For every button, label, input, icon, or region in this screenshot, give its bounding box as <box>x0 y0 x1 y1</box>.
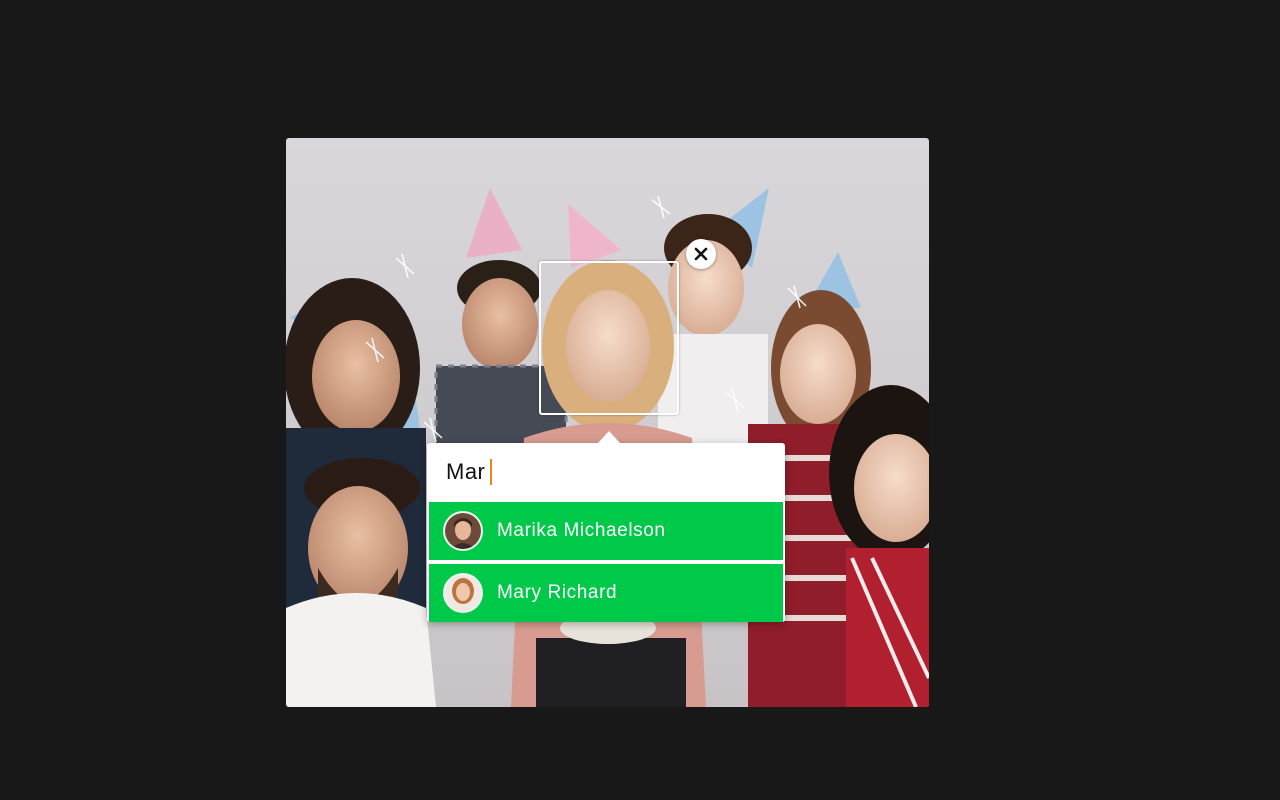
tag-search-input[interactable]: Mar <box>427 443 785 501</box>
suggestion-item[interactable]: Mary Richard <box>429 564 783 622</box>
close-icon <box>694 247 708 261</box>
avatar <box>443 573 483 613</box>
suggestion-item[interactable]: Marika Michaelson <box>429 502 783 560</box>
face-tag-box[interactable] <box>539 261 679 415</box>
close-tag-button[interactable] <box>686 239 716 269</box>
tag-popup: Mar Marika Michaelson Mary Richard <box>427 431 785 622</box>
avatar <box>443 511 483 551</box>
suggestion-name: Marika Michaelson <box>497 520 666 541</box>
tag-input-value: Mar <box>446 459 486 484</box>
popup-caret <box>598 431 620 443</box>
text-cursor <box>490 459 493 485</box>
avatar-mary <box>445 575 481 611</box>
suggestion-name: Mary Richard <box>497 582 618 603</box>
avatar-marika <box>445 513 481 549</box>
